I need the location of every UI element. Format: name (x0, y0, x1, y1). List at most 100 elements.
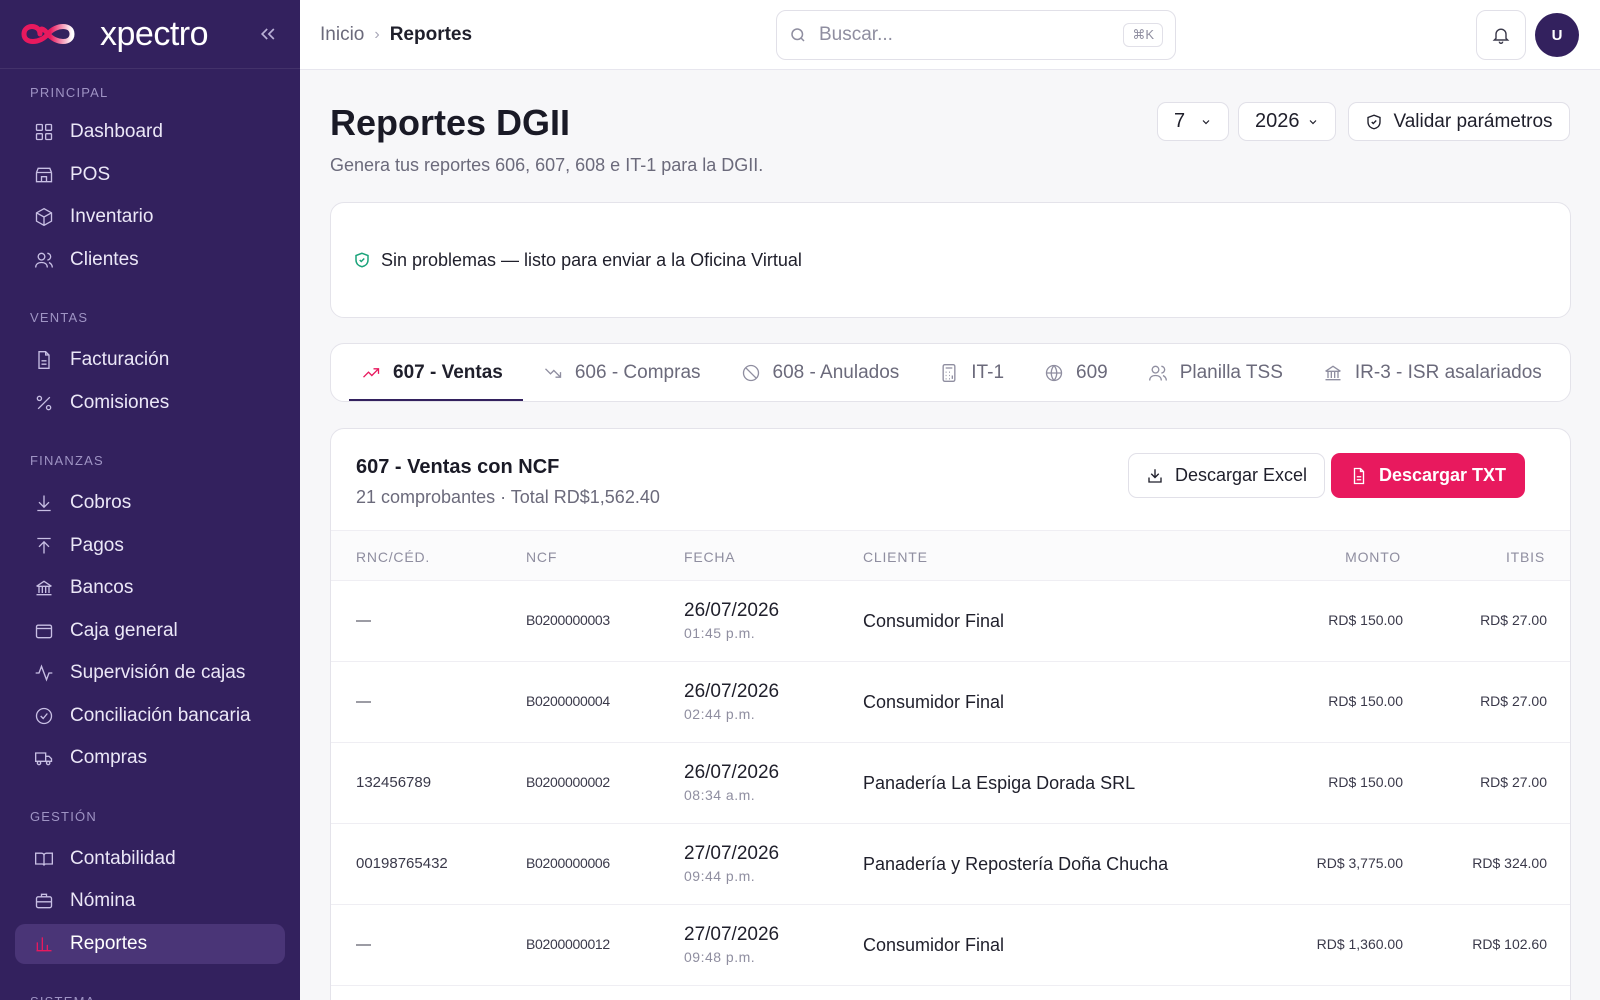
report-tabs: 607 - Ventas 606 - Compras 608 - Anulado… (330, 343, 1571, 402)
sidebar-item-comisiones[interactable]: Comisiones (15, 383, 285, 423)
month-select[interactable]: 7 (1157, 102, 1229, 141)
bank-icon (1325, 365, 1341, 380)
sidebar-item-caja-general[interactable]: Caja general (15, 611, 285, 651)
users-icon (1148, 365, 1167, 381)
sidebar-item-cobros[interactable]: Cobros (15, 483, 285, 523)
sidebar-item-dashboard[interactable]: Dashboard (15, 112, 285, 152)
cell-time: 09:48 p.m. (684, 949, 756, 965)
sidebar-item-facturacion[interactable]: Facturación (15, 340, 285, 380)
bar-chart-icon (36, 936, 52, 951)
nav-section-finanzas: FINANZAS Cobros Pagos Bancos Caja genera… (0, 425, 300, 778)
grid-icon (35, 123, 53, 141)
file-text-icon (1353, 467, 1365, 484)
column-header-cliente[interactable]: CLIENTE (863, 549, 928, 565)
tab-607-ventas[interactable]: 607 - Ventas (341, 344, 523, 401)
collapse-sidebar-icon[interactable] (256, 22, 280, 46)
globe-icon (1045, 364, 1063, 381)
section-label-finanzas: FINANZAS (30, 453, 104, 468)
xpectro-logo-icon (21, 24, 75, 44)
tab-label: 608 - Anulados (772, 361, 900, 383)
breadcrumb: Inicio › Reportes (320, 24, 472, 46)
cell-itbis: RD$ 27.00 (1480, 693, 1547, 709)
column-header-fecha[interactable]: FECHA (684, 549, 735, 565)
sidebar-item-label: Conciliación bancaria (70, 704, 251, 726)
table-row[interactable]: — B0200000004 26/07/2026 02:44 p.m. Cons… (331, 662, 1570, 743)
download-tray-icon (1148, 468, 1162, 483)
cell-rnc: 00198765432 (356, 855, 448, 872)
sidebar-item-clientes[interactable]: Clientes (15, 240, 285, 280)
tab-planilla-tss[interactable]: Planilla TSS (1128, 344, 1303, 401)
year-select[interactable]: 2026 (1238, 102, 1336, 141)
sidebar-item-inventario[interactable]: Inventario (15, 197, 285, 237)
column-header-ncf[interactable]: NCF (526, 549, 557, 565)
breadcrumb-home[interactable]: Inicio (320, 24, 364, 46)
arrow-up-from-line-icon (37, 537, 51, 553)
sidebar-item-compras[interactable]: Compras (15, 738, 285, 778)
brand-name: xpectro (100, 14, 209, 53)
user-avatar[interactable]: U (1535, 13, 1579, 57)
sidebar-item-supervision-cajas[interactable]: Supervisión de cajas (15, 653, 285, 693)
chevron-down-icon (1202, 119, 1210, 124)
chevron-right-icon: › (374, 26, 380, 43)
sidebar-item-label: Contabilidad (70, 847, 176, 869)
search-input[interactable] (819, 24, 1124, 46)
search-box[interactable]: ⌘K (776, 10, 1176, 60)
sidebar-item-label: Dashboard (70, 121, 163, 142)
sidebar-item-label: POS (70, 163, 111, 185)
sidebar-item-conciliacion-bancaria[interactable]: Conciliación bancaria (15, 696, 285, 736)
brand: xpectro (0, 0, 300, 69)
sidebar-item-reportes[interactable]: Reportes (15, 923, 285, 964)
tab-606-compras[interactable]: 606 - Compras (523, 344, 721, 401)
cell-client: Consumidor Final (863, 935, 1005, 955)
bell-icon (1492, 28, 1510, 44)
tab-label: 606 - Compras (574, 361, 701, 383)
cell-client: Consumidor Final (863, 611, 1005, 631)
search-shortcut: ⌘K (1123, 23, 1163, 47)
cell-rnc: — (356, 693, 371, 710)
sidebar-item-bancos[interactable]: Bancos (15, 568, 285, 608)
tab-label: 609 (1076, 361, 1108, 383)
store-icon (35, 167, 53, 182)
table-row[interactable]: 132456789 B0200000002 26/07/2026 08:34 a… (331, 743, 1570, 824)
download-txt-button[interactable]: Descargar TXT (1331, 453, 1525, 498)
cell-monto: RD$ 1,360.00 (1316, 936, 1403, 952)
validation-status-card: Sin problemas — listo para enviar a la O… (330, 202, 1571, 318)
nav-section-ventas: VENTAS Facturación Comisiones (0, 282, 300, 423)
table-row[interactable]: 00198765432 B0200000006 27/07/2026 09:44… (331, 824, 1570, 905)
ban-icon (742, 364, 759, 381)
report-summary: 21 comprobantes · Total RD$1,562.40 (356, 487, 660, 507)
cell-time: 01:45 p.m. (684, 625, 756, 641)
shield-check-icon (1367, 114, 1382, 129)
download-excel-label: Descargar Excel (1174, 465, 1308, 485)
download-excel-button[interactable]: Descargar Excel (1128, 453, 1325, 498)
tab-more[interactable] (1562, 344, 1570, 401)
tab-ir-3[interactable]: IR-3 - ISR asalariados (1303, 344, 1562, 401)
table-row[interactable]: — B0200000012 27/07/2026 09:48 p.m. Cons… (331, 905, 1570, 986)
cell-monto: RD$ 150.00 (1328, 693, 1403, 709)
cell-itbis: RD$ 102.60 (1472, 936, 1547, 952)
cell-time: 09:44 p.m. (684, 868, 756, 884)
tab-609[interactable]: 609 (1024, 344, 1128, 401)
sidebar-item-pagos[interactable]: Pagos (15, 526, 285, 566)
trending-down-icon (544, 367, 562, 378)
sidebar-item-pos[interactable]: POS (15, 155, 285, 195)
validate-parameters-button[interactable]: Validar parámetros (1348, 102, 1570, 141)
sidebar-item-label: Bancos (70, 577, 134, 598)
column-header-rnc[interactable]: RNC/CÉD. (356, 549, 430, 565)
cell-rnc: — (356, 936, 371, 953)
file-text-icon (38, 351, 50, 369)
nav-section-gestion: GESTIÓN Contabilidad Nómina Reportes (0, 781, 300, 964)
tab-it-1[interactable]: IT-1 (919, 344, 1024, 401)
sidebar-item-nomina[interactable]: Nómina (15, 881, 285, 921)
table-row[interactable]: — B0200000003 26/07/2026 01:45 p.m. Cons… (331, 581, 1570, 662)
sidebar-item-contabilidad[interactable]: Contabilidad (15, 839, 285, 879)
column-header-monto[interactable]: MONTO (1345, 549, 1401, 565)
cell-ncf: B0200000002 (526, 774, 610, 790)
notifications-button[interactable] (1476, 10, 1526, 60)
tab-608-anulados[interactable]: 608 - Anulados (721, 344, 920, 401)
column-header-itbis[interactable]: ITBIS (1506, 549, 1545, 565)
search-icon (791, 28, 805, 42)
main-content: Reportes DGII Genera tus reportes 606, 6… (300, 70, 1600, 1000)
cell-time: 02:44 p.m. (684, 706, 756, 722)
cell-ncf: B0200000004 (526, 693, 610, 709)
